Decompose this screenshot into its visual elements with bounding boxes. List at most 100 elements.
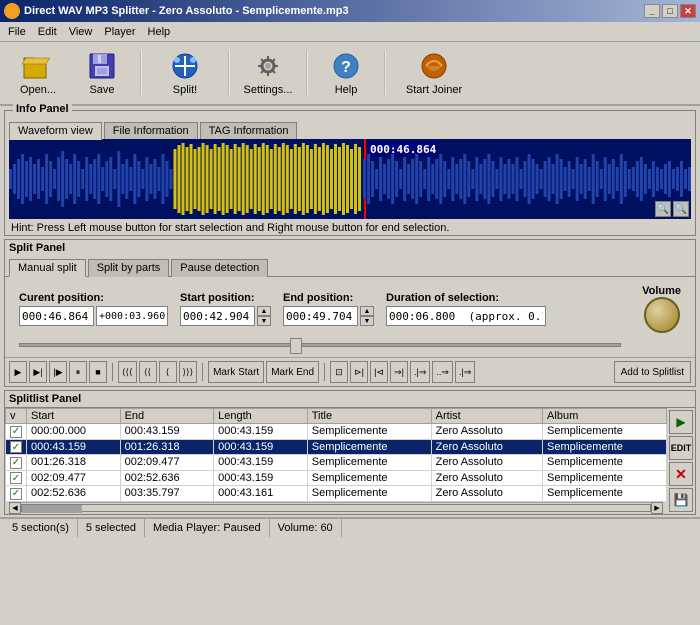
scroll-track[interactable] [21, 504, 651, 512]
row-checkbox[interactable] [6, 486, 27, 502]
scroll-right-btn[interactable]: ▶ [651, 502, 663, 514]
step-back-button[interactable]: ⟨ [159, 361, 177, 383]
table-row[interactable]: 002:52.636 003:35.797 000:43.161 Semplic… [6, 486, 667, 502]
help-button[interactable]: ? Help [316, 46, 376, 100]
splitlist-table: v Start End Length Title Artist Album 00… [5, 408, 667, 502]
tab-waveform[interactable]: Waveform view [9, 122, 102, 140]
splitlist-side-buttons: ▶ EDIT ✕ 💾 [667, 408, 695, 514]
btn-q4[interactable]: ⇒| [390, 361, 408, 383]
current-position-input[interactable] [19, 306, 94, 326]
btn-q6[interactable]: ..⇒ [432, 361, 453, 383]
settings-button[interactable]: Settings... [238, 46, 298, 100]
menu-file[interactable]: File [2, 24, 32, 40]
joiner-button[interactable]: Start Joiner [394, 46, 474, 100]
save-item-button[interactable]: 💾 [669, 488, 693, 512]
position-offset-input[interactable] [96, 306, 168, 326]
skip-far-back-button[interactable]: ⟨⟨⟨ [118, 361, 137, 383]
end-position-group: End position: ▲ ▼ [283, 292, 374, 326]
joiner-icon [418, 50, 450, 82]
scroll-left-btn[interactable]: ◀ [9, 502, 21, 514]
cell-album: Semplicemente [543, 470, 667, 486]
cell-start: 001:26.318 [27, 455, 121, 471]
stop-button[interactable]: ■ [89, 361, 107, 383]
checkbox-0[interactable] [10, 426, 22, 438]
close-button[interactable]: ✕ [680, 4, 696, 18]
table-row[interactable]: 000:00.000 000:43.159 000:43.159 Semplic… [6, 424, 667, 440]
pause-button[interactable]: ⏸ [69, 361, 87, 383]
skip-fwd-button[interactable]: ⟩⟩⟩ [179, 361, 198, 383]
tab-manual-split[interactable]: Manual split [9, 259, 86, 277]
start-position-label: Start position: [180, 292, 271, 304]
tab-tag-info[interactable]: TAG Information [200, 122, 298, 140]
table-row[interactable]: 000:43.159 001:26.318 000:43.159 Semplic… [6, 439, 667, 455]
scroll-thumb[interactable] [22, 505, 82, 513]
start-spin-buttons: ▲ ▼ [257, 306, 271, 326]
table-header-row: v Start End Length Title Artist Album [6, 409, 667, 424]
btn-q2[interactable]: ⊳| [350, 361, 368, 383]
tab-split-by-parts[interactable]: Split by parts [88, 259, 170, 277]
waveform-display[interactable]: 000:46.864 [9, 139, 691, 219]
toolbar-separator-3 [306, 51, 308, 95]
svg-text:?: ? [341, 59, 351, 76]
play-from-button[interactable]: ▶| [29, 361, 47, 383]
menu-edit[interactable]: Edit [32, 24, 63, 40]
add-to-splitlist-button[interactable]: Add to Splitlist [614, 361, 691, 383]
maximize-button[interactable]: □ [662, 4, 678, 18]
slider-thumb[interactable] [290, 338, 302, 354]
btn-q1[interactable]: ⊡ [330, 361, 348, 383]
minimize-button[interactable]: _ [644, 4, 660, 18]
volume-area: Volume [642, 285, 681, 333]
table-row[interactable]: 001:26.318 002:09.477 000:43.159 Semplic… [6, 455, 667, 471]
col-header-end: End [120, 409, 214, 424]
play-item-button[interactable]: ▶ [669, 410, 693, 434]
open-button[interactable]: Open... [8, 46, 68, 100]
mark-end-button[interactable]: Mark End [266, 361, 319, 383]
split-panel-tabs: Manual split Split by parts Pause detect… [5, 254, 695, 276]
menu-view[interactable]: View [63, 24, 99, 40]
app-icon [4, 3, 20, 19]
play-end-button[interactable]: |▶ [49, 361, 67, 383]
menu-player[interactable]: Player [98, 24, 141, 40]
edit-item-button[interactable]: EDIT [669, 436, 693, 460]
end-position-input[interactable] [283, 306, 358, 326]
tab-file-info[interactable]: File Information [104, 122, 198, 140]
start-spin-up[interactable]: ▲ [257, 306, 271, 316]
volume-knob[interactable] [644, 297, 680, 333]
open-label: Open... [20, 84, 56, 96]
cell-album: Semplicemente [543, 486, 667, 502]
menu-help[interactable]: Help [142, 24, 177, 40]
start-position-input[interactable] [180, 306, 255, 326]
btn-q5[interactable]: .|⇒ [410, 361, 430, 383]
row-checkbox[interactable] [6, 455, 27, 471]
mark-start-button[interactable]: Mark Start [208, 361, 264, 383]
checkbox-2[interactable] [10, 457, 22, 469]
row-checkbox[interactable] [6, 439, 27, 455]
row-checkbox[interactable] [6, 470, 27, 486]
end-spin-up[interactable]: ▲ [360, 306, 374, 316]
play-button[interactable]: ▶ [9, 361, 27, 383]
delete-item-button[interactable]: ✕ [669, 462, 693, 486]
horizontal-scrollbar[interactable]: ◀ ▶ [9, 502, 663, 514]
checkbox-1[interactable] [10, 441, 22, 453]
col-header-v: v [6, 409, 27, 424]
title-bar: Direct WAV MP3 Splitter - Zero Assoluto … [0, 0, 700, 22]
btn-q7[interactable]: .|⇒ [455, 361, 475, 383]
table-row[interactable]: 002:09.477 002:52.636 000:43.159 Semplic… [6, 470, 667, 486]
end-spin-down[interactable]: ▼ [360, 316, 374, 326]
position-slider[interactable] [19, 343, 621, 347]
row-checkbox[interactable] [6, 424, 27, 440]
checkbox-3[interactable] [10, 472, 22, 484]
btn-q3[interactable]: |⊲ [370, 361, 388, 383]
status-sections: 5 section(s) [4, 519, 78, 537]
split-button[interactable]: Split! [150, 46, 220, 100]
save-button[interactable]: Save [72, 46, 132, 100]
cell-artist: Zero Assoluto [431, 470, 542, 486]
skip-back-button[interactable]: ⟨⟨ [139, 361, 157, 383]
zoom-out-icon[interactable]: 🔍 [673, 201, 689, 217]
zoom-in-icon[interactable]: 🔍 [655, 201, 671, 217]
start-spin-down[interactable]: ▼ [257, 316, 271, 326]
tab-pause-detection[interactable]: Pause detection [171, 259, 268, 277]
waveform-svg: 000:46.864 [9, 139, 691, 219]
checkbox-4[interactable] [10, 488, 22, 500]
duration-input[interactable] [386, 306, 546, 326]
